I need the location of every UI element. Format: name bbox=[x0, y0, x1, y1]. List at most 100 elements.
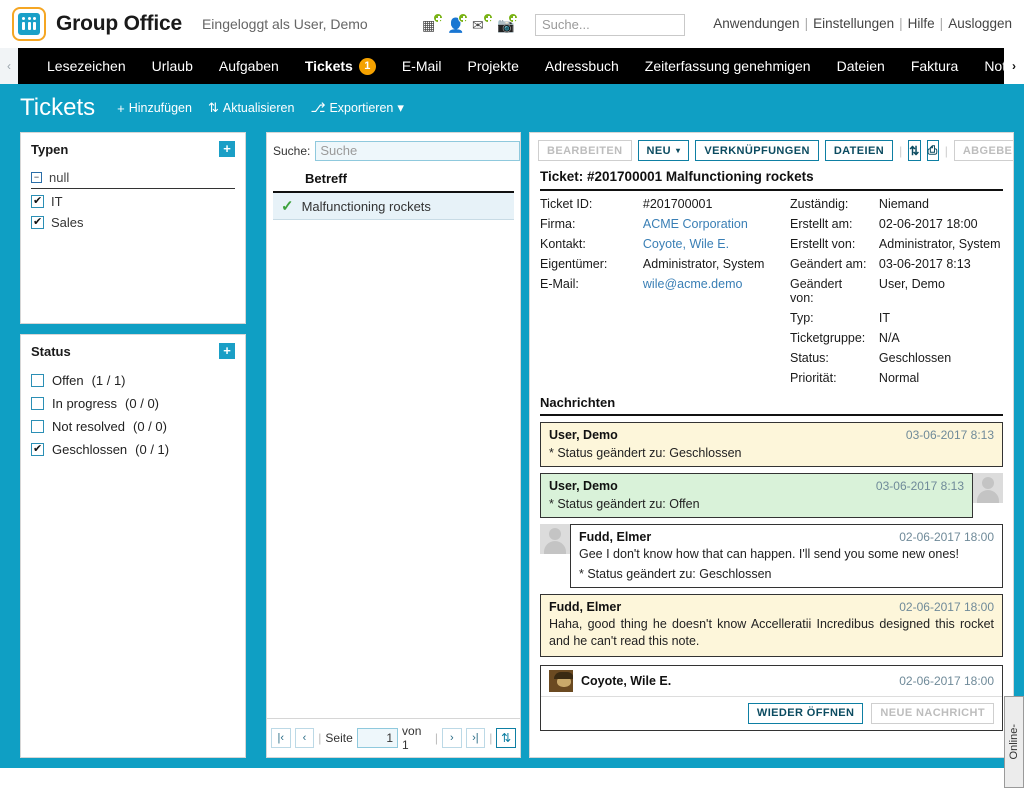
types-checkbox-sales[interactable] bbox=[31, 215, 44, 229]
nav-item-faktura[interactable]: Faktura bbox=[898, 48, 971, 84]
status-checkbox-offen[interactable] bbox=[31, 374, 44, 387]
message-author: User, Demo bbox=[549, 428, 618, 442]
field-value-ticketgruppe: N/A bbox=[878, 331, 900, 345]
nav-item-dateien[interactable]: Dateien bbox=[824, 48, 898, 84]
status-checkbox-in-progress[interactable] bbox=[31, 397, 44, 410]
header-link-hilfe[interactable]: Hilfe bbox=[908, 16, 935, 31]
header-link-ausloggen[interactable]: Ausloggen bbox=[948, 16, 1012, 31]
list-column-header-betreff[interactable]: Betreff bbox=[273, 167, 514, 193]
pager-divider: | bbox=[318, 731, 322, 745]
abgeben-button[interactable]: ABGEBEN bbox=[953, 140, 1013, 161]
pager-first-button[interactable]: |‹ bbox=[271, 728, 291, 748]
app-header: Group Office Eingeloggt als User, Demo ▦… bbox=[0, 0, 1024, 48]
types-item-it[interactable]: IT bbox=[31, 191, 235, 212]
message-date: 02-06-2017 18:00 bbox=[899, 530, 994, 544]
pager-refresh-button[interactable]: ⇅ bbox=[496, 728, 516, 748]
nav-item-adressbuch[interactable]: Adressbuch bbox=[532, 48, 632, 84]
field-value-eigentuemer: Administrator, System bbox=[642, 257, 765, 271]
message-bubble[interactable]: User, Demo 03-06-2017 8:13 * Status geän… bbox=[540, 422, 1003, 467]
message-bubble[interactable]: User, Demo 03-06-2017 8:13 * Status geän… bbox=[540, 473, 973, 518]
pager-prev-button[interactable]: ‹ bbox=[294, 728, 315, 748]
field-label: Zuständig: bbox=[790, 197, 849, 211]
nav-item-lesezeichen[interactable]: Lesezeichen bbox=[34, 48, 139, 84]
field-label: Status: bbox=[790, 351, 829, 365]
print-icon[interactable]: ⎙ bbox=[926, 140, 939, 161]
list-search-input[interactable]: Suche bbox=[315, 141, 520, 161]
verknuepfungen-button[interactable]: VERKNÜPFUNGEN bbox=[695, 140, 819, 161]
list-item[interactable]: ✓ Malfunctioning rockets bbox=[273, 193, 514, 220]
types-root-row[interactable]: − null bbox=[31, 167, 235, 189]
refresh-button-label: Aktualisieren bbox=[222, 101, 295, 115]
add-button[interactable]: + Hinzufügen bbox=[117, 101, 192, 116]
pager-page-input[interactable]: 1 bbox=[356, 728, 399, 748]
refresh-button[interactable]: ⇅ Aktualisieren bbox=[208, 100, 294, 116]
message-body: Haha, good thing he doesn't know Accelle… bbox=[549, 616, 994, 648]
camera-add-icon[interactable]: 📷 bbox=[497, 13, 518, 34]
nav-label: Tickets bbox=[304, 58, 353, 74]
export-icon: ⎇ bbox=[310, 100, 326, 115]
nav-item-projekte[interactable]: Projekte bbox=[455, 48, 532, 84]
global-search-input[interactable]: Suche... bbox=[535, 14, 685, 36]
message-row: Fudd, Elmer 02-06-2017 18:00 Gee I don't… bbox=[540, 524, 1003, 588]
message-bubble[interactable]: Fudd, Elmer 02-06-2017 18:00 Haha, good … bbox=[540, 593, 1003, 657]
collapse-toggle-icon[interactable]: − bbox=[31, 172, 42, 183]
types-item-sales[interactable]: Sales bbox=[31, 212, 235, 233]
status-item-geschlossen[interactable]: Geschlossen (0 / 1) bbox=[31, 438, 235, 461]
nav-item-urlaub[interactable]: Urlaub bbox=[139, 48, 206, 84]
status-panel-header: Status + bbox=[21, 335, 245, 365]
group-office-logo bbox=[12, 7, 46, 41]
nav-item-notizen[interactable]: Notizen bbox=[971, 48, 1004, 84]
nav-scroll-left-icon[interactable]: ‹ bbox=[0, 48, 18, 84]
nav-item-aufgaben[interactable]: Aufgaben bbox=[206, 48, 292, 84]
status-add-button[interactable]: + bbox=[219, 343, 235, 359]
status-item-in-progress[interactable]: In progress (0 / 0) bbox=[31, 392, 235, 415]
field-value-firma[interactable]: ACME Corporation bbox=[643, 217, 790, 231]
list-search-label: Suche: bbox=[273, 144, 311, 158]
pager-next-button[interactable]: › bbox=[441, 728, 462, 748]
dateien-button[interactable]: DATEIEN bbox=[824, 140, 894, 161]
mail-add-icon[interactable]: ✉ bbox=[472, 13, 493, 34]
status-checkbox-not-resolved[interactable] bbox=[31, 420, 44, 433]
export-button[interactable]: ⎇ Exportieren ▾ bbox=[310, 100, 403, 116]
field-label: Erstellt von: bbox=[790, 237, 856, 251]
types-panel: Typen + − null IT Sales bbox=[20, 132, 246, 324]
detail-toolbar: BEARBEITEN NEU ▾ VERKNÜPFUNGEN DATEIEN |… bbox=[530, 133, 1013, 167]
nav-item-email[interactable]: E-Mail bbox=[389, 48, 455, 84]
bearbeiten-button[interactable]: BEARBEITEN bbox=[538, 140, 632, 161]
nav-item-tickets[interactable]: Tickets 1 bbox=[292, 48, 389, 84]
header-links: Anwendungen | Einstellungen | Hilfe | Auslogge… bbox=[713, 16, 1012, 31]
last-message-header: Coyote, Wile E. 02-06-2017 18:00 bbox=[541, 666, 1002, 697]
nav-scroll-right-icon[interactable]: › bbox=[1004, 48, 1024, 84]
nav-label: Dateien bbox=[836, 58, 885, 74]
types-add-button[interactable]: + bbox=[219, 141, 235, 157]
status-item-offen[interactable]: Offen (1 / 1) bbox=[31, 369, 235, 392]
header-link-einstellungen[interactable]: Einstellungen bbox=[813, 16, 894, 31]
message-bubble[interactable]: Fudd, Elmer 02-06-2017 18:00 Gee I don't… bbox=[570, 524, 1003, 588]
status-checkbox-geschlossen[interactable] bbox=[31, 442, 44, 456]
field-label: Ticket ID: bbox=[540, 197, 593, 211]
types-panel-title: Typen bbox=[31, 141, 69, 157]
neu-button[interactable]: NEU ▾ bbox=[637, 140, 690, 161]
sort-swap-icon[interactable]: ⇅ bbox=[908, 140, 921, 161]
grid-add-icon[interactable]: ▦ bbox=[422, 13, 443, 34]
neue-nachricht-button[interactable]: NEUE NACHRICHT bbox=[871, 702, 994, 724]
online-status-tab[interactable]: Online- bbox=[1004, 696, 1024, 788]
field-value-geaendert-am: 03-06-2017 8:13 bbox=[878, 257, 971, 271]
refresh-icon: ⇅ bbox=[207, 100, 219, 115]
wieder-oeffnen-button[interactable]: WIEDER ÖFFNEN bbox=[747, 702, 864, 724]
status-panel-title: Status bbox=[31, 343, 71, 359]
header-link-anwendungen[interactable]: Anwendungen bbox=[713, 16, 799, 31]
status-item-not-resolved[interactable]: Not resolved (0 / 0) bbox=[31, 415, 235, 438]
nav-label: Projekte bbox=[467, 58, 519, 74]
types-checkbox-it[interactable] bbox=[31, 194, 44, 208]
field-value-email[interactable]: wile@acme.demo bbox=[643, 277, 790, 291]
nav-items: Lesezeichen Urlaub Aufgaben Tickets 1 E-M… bbox=[18, 48, 1004, 84]
contact-add-icon[interactable]: 👤 bbox=[447, 13, 468, 34]
message-date: 02-06-2017 18:00 bbox=[899, 599, 994, 614]
field-value-erstellt-von: Administrator, System bbox=[878, 237, 1001, 251]
field-value-kontakt[interactable]: Coyote, Wile E. bbox=[643, 237, 790, 251]
status-item-count: (1 / 1) bbox=[91, 373, 126, 388]
message-author: Fudd, Elmer bbox=[579, 530, 652, 544]
nav-item-zeiterfassung[interactable]: Zeiterfassung genehmigen bbox=[632, 48, 824, 84]
pager-last-button[interactable]: ›| bbox=[465, 728, 486, 748]
